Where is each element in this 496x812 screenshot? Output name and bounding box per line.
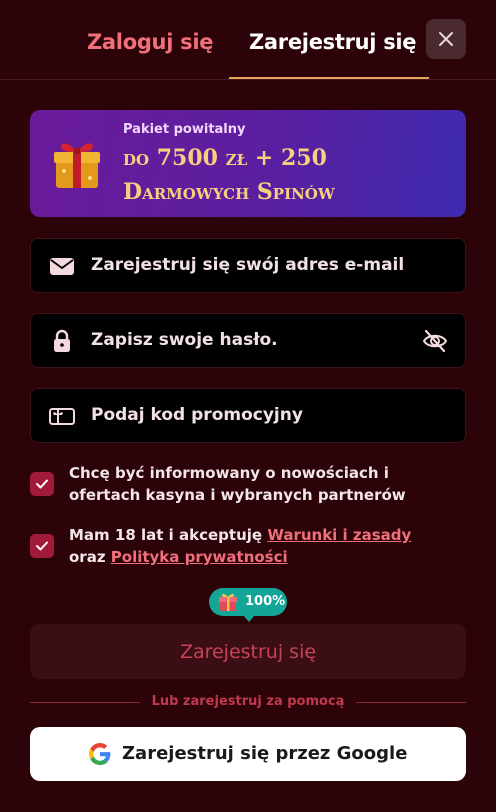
promo-code-field[interactable]: Podaj kod promocyjny — [30, 388, 466, 443]
welcome-promo-banner: Pakiet powitalny do 7500 zł + 250 Darmow… — [30, 110, 466, 217]
divider-right — [356, 702, 466, 703]
google-signup-label: Zarejestruj się przez Google — [122, 743, 408, 764]
privacy-link[interactable]: Polityka prywatności — [111, 548, 288, 566]
terms-checkbox[interactable] — [30, 534, 54, 558]
newsletter-checkbox[interactable] — [30, 472, 54, 496]
email-placeholder: Zarejestruj się swój adres e-mail — [91, 255, 405, 275]
terms-prefix: Mam 18 lat i akceptuję — [69, 526, 268, 544]
lock-icon — [54, 329, 70, 352]
promo-line-2: Darmowych Spinów — [123, 179, 335, 205]
email-field[interactable]: Zarejestruj się swój adres e-mail — [30, 238, 466, 293]
password-field[interactable]: Zapisz swoje hasło. — [30, 313, 466, 368]
checkmark-icon — [36, 479, 48, 489]
promo-code-placeholder: Podaj kod promocyjny — [91, 405, 303, 425]
divider-left — [30, 702, 140, 703]
gift-icon — [219, 593, 237, 611]
auth-tabs: Zaloguj się Zarejestruj się — [0, 0, 496, 80]
promo-subtitle: Pakiet powitalny — [123, 122, 246, 137]
google-icon — [89, 743, 111, 765]
gift-box-icon — [54, 143, 100, 188]
terms-link[interactable]: Warunki i zasady — [267, 526, 411, 544]
badge-percent: 100% — [245, 594, 286, 609]
password-placeholder: Zapisz swoje hasło. — [91, 330, 278, 350]
terms-mid: oraz — [69, 548, 111, 566]
tab-register[interactable]: Zarejestruj się — [249, 30, 417, 54]
promo-line-1: do 7500 zł + 250 — [123, 145, 327, 171]
google-signup-button[interactable]: Zarejestruj się przez Google — [30, 727, 466, 781]
checkmark-icon — [36, 541, 48, 551]
register-submit-button[interactable]: Zarejestruj się — [30, 624, 466, 679]
active-tab-underline — [229, 77, 429, 79]
terms-label: Mam 18 lat i akceptuję Warunki i zasady … — [69, 524, 449, 568]
envelope-icon — [50, 258, 74, 275]
promo-headline: do 7500 zł + 250 Darmowych Spinów — [123, 141, 453, 209]
tab-login[interactable]: Zaloguj się — [87, 30, 213, 54]
gift-card-icon — [49, 408, 75, 425]
bonus-badge: 100% — [209, 588, 287, 622]
newsletter-label: Chcę być informowany o nowościach i ofer… — [69, 464, 406, 504]
divider-text: Lub zarejestruj za pomocą — [151, 694, 345, 709]
close-icon — [439, 32, 453, 46]
eye-off-icon[interactable] — [421, 327, 449, 355]
close-button[interactable] — [426, 19, 466, 59]
